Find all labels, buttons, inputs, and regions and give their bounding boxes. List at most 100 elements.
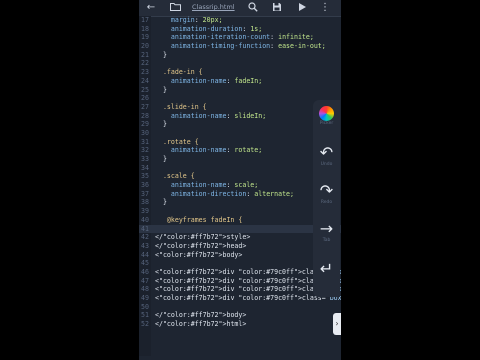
folder-icon[interactable]	[169, 2, 181, 14]
code-text: <"color:#ff7b72">div "color:#79c0ff">cla…	[155, 294, 341, 302]
color-picker-button[interactable]: Picker	[313, 106, 340, 127]
line-number: 30	[141, 128, 149, 137]
code-line[interactable]: 26	[139, 94, 341, 103]
code-text: }	[155, 50, 167, 59]
code-text: animation-name: scale;	[170, 181, 259, 190]
arrow-right-icon: →	[319, 219, 334, 238]
code-area[interactable]: 17 margin: 20px; 18 animation-duration: 1…	[139, 16, 341, 329]
line-number: 42	[141, 233, 149, 242]
enter-button[interactable]: ↵	[313, 260, 340, 278]
editor-screen: ← Classrip.html ⋮ 17 margin: 20px; 18 ani…	[139, 0, 341, 360]
code-line[interactable]: 29 }	[139, 120, 341, 129]
code-line[interactable]: 38 }	[139, 198, 341, 207]
line-number: 35	[141, 172, 149, 181]
code-text: </"color:#ff7b72">style>	[155, 233, 251, 242]
enter-icon: ↵	[319, 259, 334, 278]
code-text: animation-name: slideIn;	[170, 111, 267, 120]
code-line[interactable]: 49 <"color:#ff7b72">div "color:#79c0ff">c…	[139, 294, 341, 303]
back-arrow-icon[interactable]: ←	[145, 2, 157, 14]
code-line[interactable]: 30	[139, 129, 341, 138]
line-number: 46	[141, 267, 149, 276]
code-text: }	[155, 85, 167, 94]
line-number: 19	[141, 33, 149, 42]
line-number: 18	[141, 24, 149, 33]
line-number: 51	[141, 311, 149, 320]
code-line[interactable]: 32 animation-name: rotate;	[139, 146, 341, 155]
code-line[interactable]: 28 animation-name: slideIn;	[139, 112, 341, 121]
line-number: 36	[141, 181, 149, 190]
code-line[interactable]: 52 </"color:#ff7b72">html>	[139, 320, 341, 329]
code-line[interactable]: 35 .scale {	[139, 172, 341, 181]
code-line[interactable]: 47 <"color:#ff7b72">div "color:#79c0ff">c…	[139, 277, 341, 286]
code-line[interactable]: 40 @keyframes fadeIn {	[139, 216, 341, 225]
code-line[interactable]: 36 animation-name: scale;	[139, 181, 341, 190]
code-line[interactable]: 37 animation-direction: alternate;	[139, 190, 341, 199]
line-number: 29	[141, 120, 149, 129]
code-line[interactable]: 44 <"color:#ff7b72">body>	[139, 251, 341, 260]
side-button-label: Undo	[320, 162, 333, 167]
code-line[interactable]: 18 animation-duration: 1s;	[139, 25, 341, 34]
code-line[interactable]: 21 }	[139, 51, 341, 60]
line-number: 49	[141, 294, 149, 302]
line-number: 38	[141, 198, 149, 207]
code-line[interactable]: 19 animation-iteration-count: infinite;	[139, 33, 341, 42]
undo-button[interactable]: ↶ Undo	[313, 144, 340, 168]
line-number: 21	[141, 50, 149, 59]
redo-icon: ↷	[319, 181, 334, 200]
code-line[interactable]: 34	[139, 164, 341, 173]
chevron-right-icon: ›	[335, 319, 339, 328]
code-text: </"color:#ff7b72">head>	[155, 241, 247, 250]
code-text: .slide-in {	[155, 102, 207, 111]
save-icon[interactable]	[271, 2, 283, 14]
code-line[interactable]: 22	[139, 59, 341, 68]
code-line[interactable]: 48 <"color:#ff7b72">div "color:#79c0ff">c…	[139, 285, 341, 294]
line-number: 41	[141, 224, 149, 233]
line-number: 20	[141, 42, 149, 51]
code-line[interactable]: 24 animation-name: fadeIn;	[139, 77, 341, 86]
line-number: 44	[141, 250, 149, 259]
code-line[interactable]: 45	[139, 259, 341, 268]
code-text: .rotate {	[155, 137, 199, 146]
code-line[interactable]: 33 }	[139, 155, 341, 164]
code-line[interactable]: 25 }	[139, 86, 341, 95]
code-line[interactable]: 51 </"color:#ff7b72">body>	[139, 311, 341, 320]
code-line[interactable]: 50	[139, 303, 341, 312]
redo-button[interactable]: ↷ Redo	[313, 182, 340, 206]
line-number: 52	[141, 320, 149, 329]
file-name[interactable]: Classrip.html	[192, 3, 235, 11]
search-icon[interactable]	[247, 2, 259, 14]
code-line[interactable]: 42 </"color:#ff7b72">style>	[139, 233, 341, 242]
code-text: }	[155, 198, 167, 207]
code-line[interactable]: 39	[139, 207, 341, 216]
line-number: 24	[141, 76, 149, 85]
code-line[interactable]: 31 .rotate {	[139, 138, 341, 147]
line-number: 45	[141, 259, 149, 268]
line-number: 17	[141, 16, 149, 24]
more-icon[interactable]: ⋮	[319, 2, 331, 14]
code-line[interactable]: 20 animation-timing-function: ease-in-ou…	[139, 42, 341, 51]
side-button-label: Redo	[320, 200, 333, 205]
line-number: 47	[141, 276, 149, 285]
code-line[interactable]: 17 margin: 20px;	[139, 16, 341, 25]
side-button-label: Picker	[319, 121, 334, 126]
line-number: 43	[141, 241, 149, 250]
line-number: 26	[141, 94, 149, 103]
code-text: animation-duration: 1s;	[170, 24, 263, 33]
tab-button[interactable]: → Tab	[313, 220, 340, 244]
code-text: animation-name: rotate;	[170, 146, 263, 155]
line-number: 31	[141, 137, 149, 146]
code-text: </"color:#ff7b72">html>	[155, 320, 247, 329]
code-text: animation-name: fadeIn;	[170, 76, 263, 85]
code-line[interactable]: 27 .slide-in {	[139, 103, 341, 112]
code-line[interactable]: 41	[139, 224, 341, 234]
side-toolbar: Picker ↶ Undo ↷ Redo → Tab ↵	[313, 100, 340, 297]
expand-tab[interactable]: ›	[333, 313, 341, 335]
line-number: 25	[141, 85, 149, 94]
code-line[interactable]: 23 .fade-in {	[139, 68, 341, 77]
line-number: 32	[141, 146, 149, 155]
code-line[interactable]: 46 <"color:#ff7b72">div "color:#79c0ff">c…	[139, 268, 341, 277]
code-line[interactable]: 43 </"color:#ff7b72">head>	[139, 242, 341, 251]
code-text: .scale {	[155, 172, 195, 181]
line-number: 33	[141, 155, 149, 163]
play-icon[interactable]	[296, 2, 308, 14]
